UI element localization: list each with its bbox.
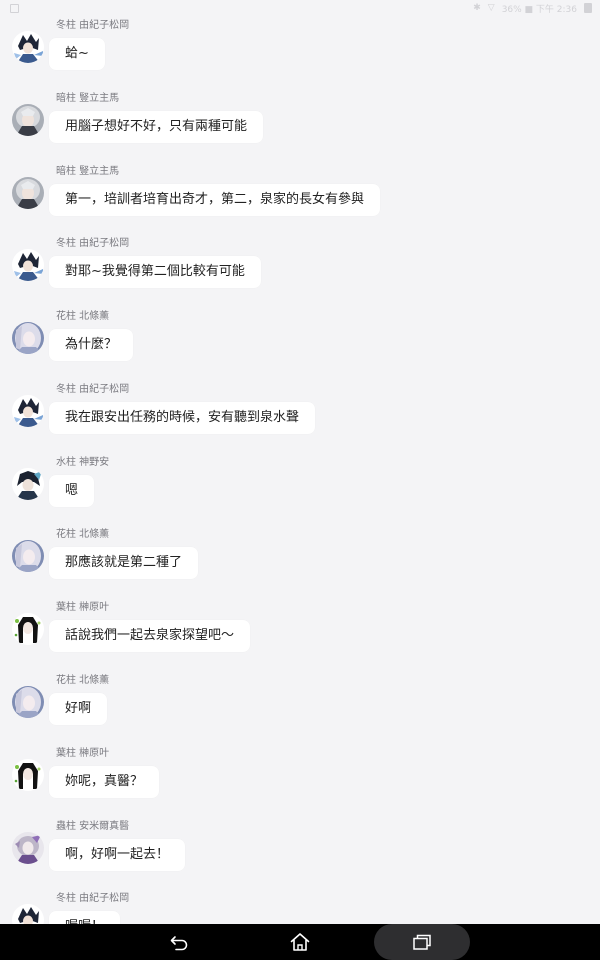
sender-name: 冬柱 由紀子松岡 <box>56 384 130 395</box>
message-bubble[interactable]: 喔喔！ <box>49 911 121 924</box>
sender-name: 蟲柱 安米爾真醫 <box>56 821 130 832</box>
sender-name: 葉柱 榊原叶 <box>56 748 110 759</box>
mushi-avatar[interactable] <box>12 832 44 864</box>
message-bubble[interactable]: 第一，培訓者培育出奇才，第二，泉家的長女有參與 <box>49 184 381 216</box>
recents-icon <box>413 934 431 950</box>
toki-avatar[interactable] <box>12 395 44 427</box>
sender-name: 冬柱 由紀子松岡 <box>56 893 130 904</box>
hana-avatar[interactable] <box>12 686 44 718</box>
message-item: 冬柱 由紀子松岡 對耶~我覺得第二個比較有可能 <box>0 237 600 307</box>
status-text: 36% ■ 下午 2:36 <box>501 4 577 15</box>
status-bar: ✱ ▽ 36% ■ 下午 2:36 <box>0 0 600 16</box>
sender-name: 葉柱 榊原叶 <box>56 602 110 613</box>
message-bubble[interactable]: 話說我們一起去泉家探望吧〜 <box>49 620 251 652</box>
sender-name: 冬柱 由紀子松岡 <box>56 238 130 249</box>
message-item: 花柱 北條薰 好啊 <box>0 674 600 744</box>
message-bubble[interactable]: 用腦子想好不好，只有兩種可能 <box>49 111 264 143</box>
system-navigation-bar <box>0 924 600 960</box>
chat-message-list[interactable]: 冬柱 由紀子松岡 蛤~ 暗柱 豎立主馬 用腦子想好不好，只有兩種可能 暗柱 豎立… <box>0 0 600 924</box>
recents-button[interactable] <box>374 924 470 960</box>
message-item: 葉柱 榊原叶 話說我們一起去泉家探望吧〜 <box>0 601 600 671</box>
mizu-avatar[interactable] <box>12 468 44 500</box>
sender-name: 暗柱 豎立主馬 <box>56 166 120 177</box>
home-button[interactable] <box>275 924 325 960</box>
message-bubble[interactable]: 嗯 <box>49 475 95 507</box>
message-item: 蟲柱 安米爾真醫 啊，好啊一起去！ <box>0 820 600 890</box>
message-bubble[interactable]: 那應該就是第二種了 <box>49 547 199 579</box>
hana-avatar[interactable] <box>12 322 44 354</box>
sender-name: 花柱 北條薰 <box>56 529 110 540</box>
message-item: 冬柱 由紀子松岡 蛤~ <box>0 19 600 89</box>
sender-name: 暗柱 豎立主馬 <box>56 93 120 104</box>
wifi-icon: ▽ <box>487 3 495 13</box>
ha-avatar[interactable] <box>12 613 44 645</box>
home-icon <box>290 933 310 951</box>
status-left <box>10 3 19 13</box>
notification-icon <box>10 3 19 13</box>
message-item: 暗柱 豎立主馬 用腦子想好不好，只有兩種可能 <box>0 92 600 162</box>
message-item: 花柱 北條薰 那應該就是第二種了 <box>0 528 600 598</box>
kurai-avatar[interactable] <box>12 177 44 209</box>
message-bubble[interactable]: 我在跟安出任務的時候，安有聽到泉水聲 <box>49 402 316 434</box>
back-icon <box>170 936 188 951</box>
message-bubble[interactable]: 好啊 <box>49 693 108 725</box>
hana-avatar[interactable] <box>12 540 44 572</box>
message-bubble[interactable]: 為什麼？ <box>49 329 134 361</box>
status-right: ✱ ▽ 36% ■ 下午 2:36 <box>473 2 592 15</box>
toki-avatar[interactable] <box>12 31 44 63</box>
message-bubble[interactable]: 啊，好啊一起去！ <box>49 839 186 871</box>
message-item: 花柱 北條薰 為什麼？ <box>0 310 600 380</box>
message-item: 冬柱 由紀子松岡 喔喔！ <box>0 892 600 924</box>
message-item: 水柱 神野安 嗯 <box>0 456 600 526</box>
ha-avatar[interactable] <box>12 759 44 791</box>
back-button[interactable] <box>154 924 204 960</box>
sender-name: 花柱 北條薰 <box>56 311 110 322</box>
message-item: 冬柱 由紀子松岡 我在跟安出任務的時候，安有聽到泉水聲 <box>0 383 600 453</box>
toki-avatar[interactable] <box>12 904 44 924</box>
kurai-avatar[interactable] <box>12 104 44 136</box>
message-item: 葉柱 榊原叶 妳呢，真醫？ <box>0 747 600 817</box>
message-bubble[interactable]: 妳呢，真醫？ <box>49 766 160 798</box>
message-item: 暗柱 豎立主馬 第一，培訓者培育出奇才，第二，泉家的長女有參與 <box>0 165 600 235</box>
message-bubble[interactable]: 蛤~ <box>49 38 105 70</box>
bluetooth-icon: ✱ <box>473 3 481 13</box>
sender-name: 花柱 北條薰 <box>56 675 110 686</box>
battery-icon <box>584 3 592 13</box>
message-bubble[interactable]: 對耶~我覺得第二個比較有可能 <box>49 256 261 288</box>
sender-name: 冬柱 由紀子松岡 <box>56 20 130 31</box>
sender-name: 水柱 神野安 <box>56 457 110 468</box>
toki-avatar[interactable] <box>12 249 44 281</box>
